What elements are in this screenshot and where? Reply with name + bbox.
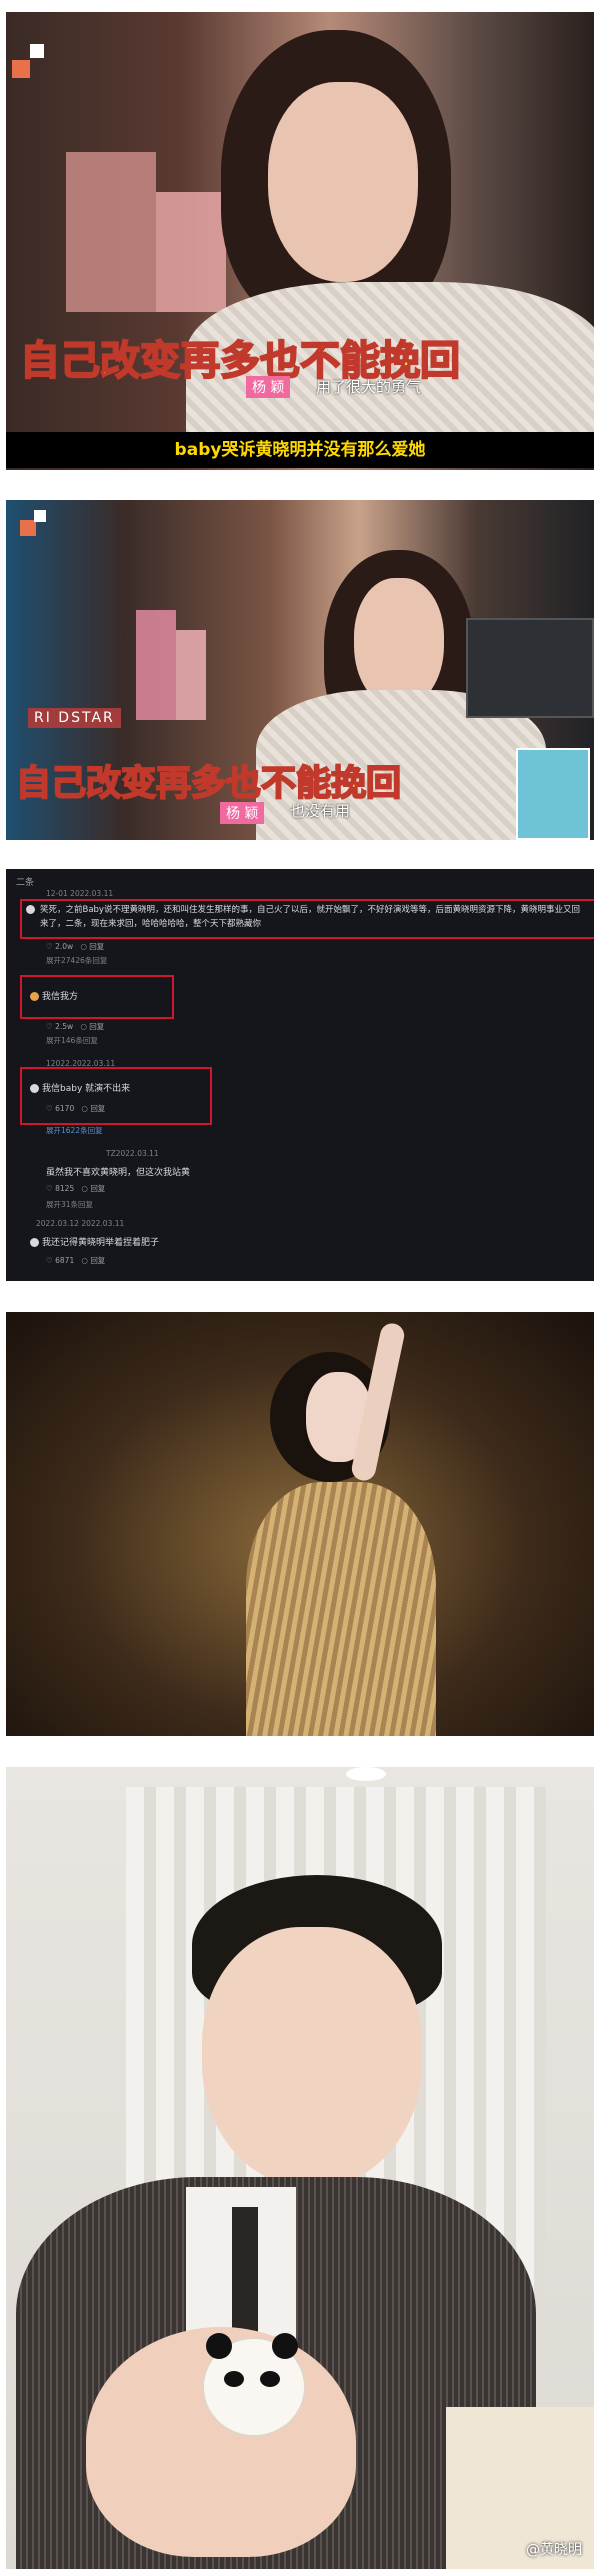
woman-face — [354, 578, 444, 708]
comment-actions[interactable]: ♡ 2.5w ○ 回复 — [46, 1021, 104, 1032]
photo-gold-dress — [6, 1312, 594, 1736]
panda-ear-right — [272, 2333, 298, 2359]
reply-icon[interactable]: ○ — [80, 1022, 87, 1031]
like-icon[interactable]: ♡ — [46, 942, 53, 951]
comment-text: 虽然我不喜欢黄晓明，但这次我站黄 — [46, 1168, 191, 1178]
comment-text: 我还记得黄晓明举着捏着肥子 — [30, 1235, 159, 1248]
reply-icon[interactable]: ○ — [80, 942, 87, 951]
panda-ear-left — [206, 2333, 232, 2359]
panda-eye-left — [224, 2371, 244, 2387]
panda-eye-right — [260, 2371, 280, 2387]
photo-man-panda-bun: @黄晓明 — [6, 1767, 594, 2569]
comment-actions[interactable]: ♡ 6871 ○ 回复 — [46, 1255, 105, 1266]
avatar — [30, 1238, 39, 1247]
comment-meta: 2022.03.12 2022.03.11 — [36, 1219, 125, 1228]
set-sign: RI DSTAR — [28, 708, 121, 728]
guest-thumbnail — [516, 748, 590, 840]
expand-replies[interactable]: 展开27426条回复 — [46, 955, 107, 966]
avatar — [30, 992, 39, 1001]
reply-icon[interactable]: ○ — [81, 1256, 88, 1265]
comment-text: 笑死，之前Baby说不理黄晓明，还和叫住发生那样的事，自己火了以后，就开始飘了，… — [26, 903, 586, 931]
tv-frame-1: 自己改变再多也不能挽回 杨 颖 用了很大的勇气 baby哭诉黄晓明并没有那么爱她 — [6, 12, 594, 470]
comment-text: 我信baby 就演不出来 — [30, 1081, 130, 1094]
comment-meta: 12-01 2022.03.11 — [46, 889, 114, 898]
subtitle-big: 自己改变再多也不能挽回 — [15, 763, 402, 805]
tv-monitor — [466, 618, 594, 718]
like-icon[interactable]: ♡ — [46, 1184, 53, 1193]
corner-logo — [12, 60, 30, 78]
expand-replies[interactable]: 展开1622条回复 — [46, 1125, 103, 1136]
like-icon[interactable]: ♡ — [46, 1104, 53, 1113]
comment-actions[interactable]: ♡ 8125 ○ 回复 — [46, 1183, 105, 1194]
thread-header: 二条 — [16, 878, 35, 888]
subtitle-small: 用了很大的勇气 — [316, 378, 422, 396]
gold-gown — [246, 1482, 436, 1736]
comment-thread-screenshot: 二条 12-01 2022.03.11 笑死，之前Baby说不理黄晓明，还和叫住… — [6, 869, 594, 1281]
comment-actions[interactable]: ♡ 6170 ○ 回复 — [46, 1103, 105, 1114]
expand-replies[interactable]: 展开31条回复 — [46, 1199, 93, 1210]
like-icon[interactable]: ♡ — [46, 1256, 53, 1265]
like-icon[interactable]: ♡ — [46, 1022, 53, 1031]
woman-face — [268, 82, 418, 282]
speaker-name-tag: 杨 颖 — [220, 802, 265, 824]
subtitle-small: 也没有用 — [290, 802, 351, 820]
expand-replies[interactable]: 展开146条回复 — [46, 1035, 98, 1046]
video-caption: baby哭诉黄晓明并没有那么爱她 — [6, 432, 594, 468]
weibo-watermark: @黄晓明 — [526, 2542, 582, 2558]
tv-frame-2: RI DSTAR 自己改变再多也不能挽回 杨 颖 也没有用 — [6, 500, 594, 840]
reply-icon[interactable]: ○ — [81, 1104, 88, 1113]
speaker-name-tag: 杨 颖 — [246, 376, 291, 398]
ceiling-light — [346, 1767, 386, 1781]
highlight-box — [20, 1067, 212, 1125]
comment-actions[interactable]: ♡ 2.0w ○ 回复 — [46, 941, 104, 952]
avatar — [26, 905, 35, 914]
man-face — [202, 1927, 422, 2187]
reply-icon[interactable]: ○ — [81, 1184, 88, 1193]
comment-meta: TZ2022.03.11 — [106, 1149, 159, 1158]
avatar — [30, 1084, 39, 1093]
comment-text: 我信我方 — [30, 989, 78, 1002]
